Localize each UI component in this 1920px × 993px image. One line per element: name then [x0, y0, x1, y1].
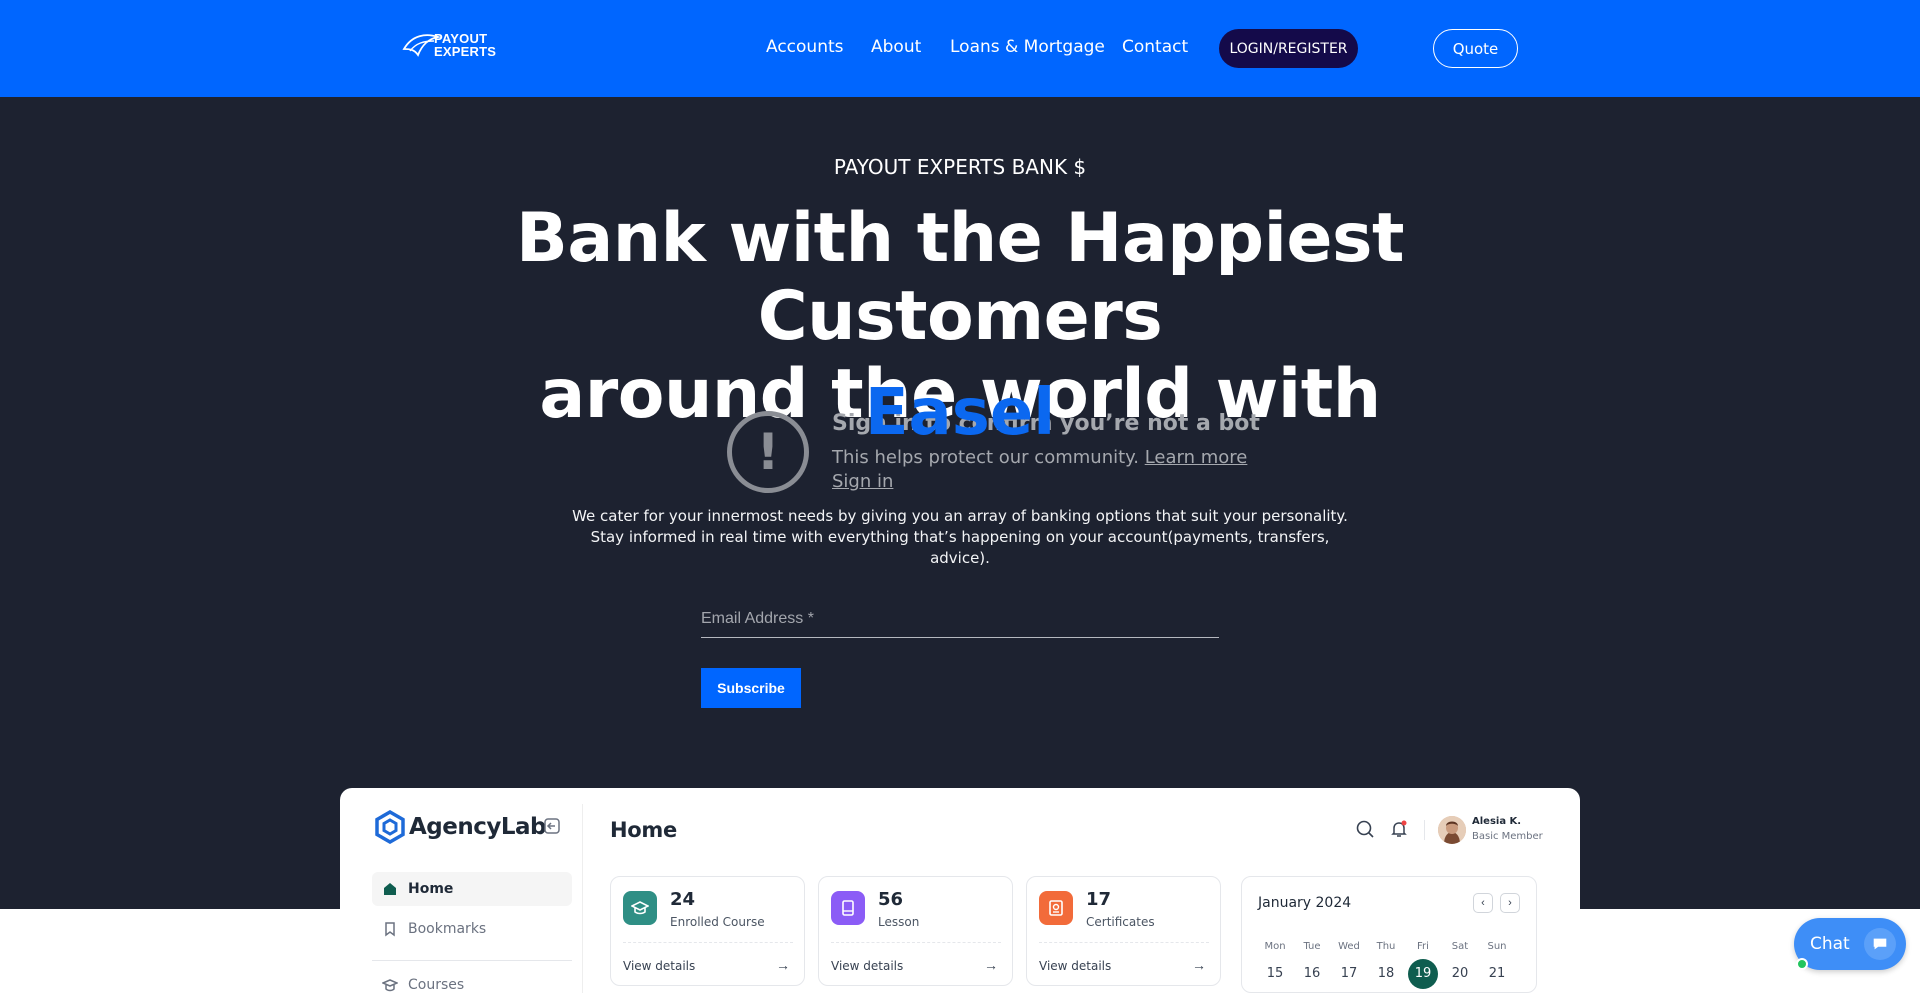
headline-line-1: Bank with the Happiest Customers: [515, 199, 1405, 356]
stat-divider: [623, 942, 793, 943]
subscribe-button[interactable]: Subscribe: [701, 668, 801, 708]
nav-link-loans-mortgage[interactable]: Loans & Mortgage: [950, 37, 1105, 57]
email-input[interactable]: [701, 604, 1219, 634]
home-icon: [384, 883, 396, 895]
calendar-widget: January 2024 ‹ › Mon Tue Wed Thu Fri Sat…: [1241, 876, 1537, 993]
stat-value: 17: [1086, 889, 1112, 910]
calendar-month: January 2024: [1258, 895, 1352, 911]
captcha-message: This helps protect our community. Learn …: [832, 447, 1247, 468]
stat-value: 24: [670, 889, 696, 910]
captcha-sign-in-link[interactable]: Sign in: [832, 471, 893, 492]
arrow-right-icon[interactable]: →: [1192, 957, 1206, 973]
book-icon: [831, 891, 865, 925]
weekday-label: Mon: [1264, 941, 1286, 952]
bookmark-icon: [385, 922, 395, 937]
stat-card-lesson: 56 Lesson View details →: [818, 876, 1013, 986]
dashboard-preview: AgencyLab Home Bookmarks Courses Home Al…: [340, 788, 1580, 993]
calendar-day[interactable]: 21: [1482, 959, 1512, 989]
sidebar-item-bookmarks[interactable]: Bookmarks: [372, 912, 572, 946]
calendar-day[interactable]: 16: [1297, 959, 1327, 989]
hexagon-logo-icon: [375, 810, 405, 844]
sidebar-separator: [372, 960, 572, 961]
arrow-right-icon[interactable]: →: [984, 957, 998, 973]
hero-highlight-word: Easel: [864, 376, 1056, 450]
stat-value: 56: [878, 889, 904, 910]
chevron-right-icon[interactable]: ›: [1500, 893, 1520, 913]
chat-label: Chat: [1810, 934, 1850, 954]
avatar[interactable]: [1438, 816, 1466, 844]
collapse-sidebar-icon[interactable]: [543, 816, 563, 836]
hero-eyebrow: PAYOUT EXPERTS BANK $: [833, 155, 1087, 179]
calendar-day[interactable]: 20: [1445, 959, 1475, 989]
top-navbar: PAYOUT EXPERTS Accounts About Loans & Mo…: [0, 0, 1920, 97]
agencylab-logo[interactable]: AgencyLab: [374, 810, 547, 844]
chat-button[interactable]: Chat: [1794, 918, 1906, 970]
stat-card-certificates: 17 Certificates View details →: [1026, 876, 1221, 986]
stat-label: Lesson: [878, 915, 920, 929]
weekday-label: Tue: [1303, 941, 1321, 952]
hero-description: We cater for your innermost needs by giv…: [572, 507, 1348, 567]
weekday-label: Sun: [1487, 941, 1507, 952]
user-photo-icon: [1438, 816, 1466, 844]
weekday-label: Fri: [1417, 941, 1429, 952]
stat-card-enrolled-course: 24 Enrolled Course View details →: [610, 876, 805, 986]
bell-icon[interactable]: [1389, 819, 1409, 839]
captcha-text: This helps protect our community.: [832, 447, 1139, 468]
payout-experts-logo[interactable]: PAYOUT EXPERTS: [400, 29, 500, 61]
login-register-button[interactable]: LOGIN/REGISTER: [1219, 29, 1358, 68]
sidebar-item-label: Bookmarks: [408, 921, 487, 937]
search-icon[interactable]: [1355, 819, 1375, 839]
email-field-wrapper: [701, 604, 1219, 638]
user-name: Alesia K.: [1472, 816, 1522, 827]
chevron-left-icon[interactable]: ‹: [1473, 893, 1493, 913]
nav-link-about[interactable]: About: [871, 37, 921, 57]
nav-link-accounts[interactable]: Accounts: [766, 37, 844, 57]
stat-divider: [831, 942, 1001, 943]
view-details-link[interactable]: View details: [623, 959, 695, 973]
logo-text: PAYOUT EXPERTS: [434, 32, 496, 58]
calendar-day[interactable]: 18: [1371, 959, 1401, 989]
header-divider: [1424, 820, 1425, 840]
weekday-label: Wed: [1338, 941, 1360, 952]
sidebar-item-courses[interactable]: Courses: [372, 968, 572, 993]
arrow-right-icon[interactable]: →: [776, 957, 790, 973]
app-name: AgencyLab: [409, 814, 547, 840]
certificate-icon: [1039, 891, 1073, 925]
stat-label: Certificates: [1086, 915, 1155, 929]
view-details-link[interactable]: View details: [1039, 959, 1111, 973]
sidebar-divider: [582, 804, 583, 993]
graduation-cap-icon: [382, 979, 398, 992]
logo-line-2: EXPERTS: [434, 44, 497, 59]
user-role: Basic Member: [1472, 831, 1543, 842]
stat-label: Enrolled Course: [670, 915, 765, 929]
calendar-day-selected[interactable]: 19: [1408, 959, 1438, 989]
quote-button[interactable]: Quote: [1433, 29, 1518, 68]
sidebar-item-home[interactable]: Home: [372, 872, 572, 906]
weekday-label: Thu: [1376, 941, 1396, 952]
graduation-cap-icon: [623, 891, 657, 925]
calendar-day[interactable]: 17: [1334, 959, 1364, 989]
calendar-day[interactable]: 15: [1260, 959, 1290, 989]
online-status-dot: [1796, 958, 1808, 970]
stat-divider: [1039, 942, 1209, 943]
nav-link-contact[interactable]: Contact: [1122, 37, 1188, 57]
weekday-label: Sat: [1451, 941, 1469, 952]
page-title: Home: [610, 818, 677, 842]
chat-bubble-icon: [1864, 928, 1896, 960]
view-details-link[interactable]: View details: [831, 959, 903, 973]
learn-more-link[interactable]: Learn more: [1145, 447, 1248, 468]
sidebar-item-label: Home: [408, 881, 454, 897]
sidebar-item-label: Courses: [408, 977, 465, 993]
